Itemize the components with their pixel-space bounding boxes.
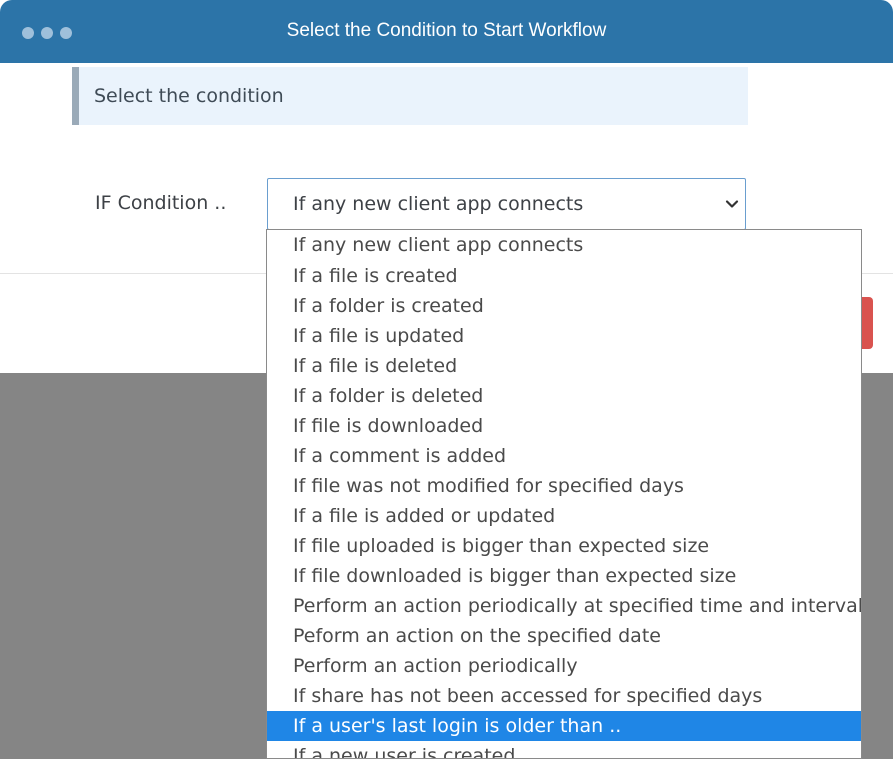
if-condition-label: IF Condition ..	[95, 192, 227, 214]
dropdown-option[interactable]: If a file is deleted	[267, 351, 861, 381]
dropdown-option[interactable]: Perform an action periodically	[267, 651, 861, 681]
dropdown-option[interactable]: If a file is updated	[267, 321, 861, 351]
window-dot-close[interactable]	[22, 27, 34, 39]
dropdown-option[interactable]: If a comment is added	[267, 441, 861, 471]
dropdown-option[interactable]: If a file is created	[267, 261, 861, 291]
dropdown-option[interactable]: If file was not modified for specified d…	[267, 471, 861, 501]
dropdown-option[interactable]: If a folder is created	[267, 291, 861, 321]
window-dot-minimize[interactable]	[41, 27, 53, 39]
condition-dropdown-list[interactable]: If any new client app connects If a file…	[266, 229, 862, 759]
condition-select[interactable]: If any new client app connects	[267, 178, 746, 230]
dropdown-option[interactable]: If file uploaded is bigger than expected…	[267, 531, 861, 561]
window-titlebar: Select the Condition to Start Workflow	[0, 0, 893, 63]
dropdown-option[interactable]: If a folder is deleted	[267, 381, 861, 411]
condition-select-value: If any new client app connects	[293, 193, 584, 215]
info-banner: Select the condition	[72, 67, 748, 125]
dropdown-option[interactable]: If a file is added or updated	[267, 501, 861, 531]
dropdown-option[interactable]: If a new user is created	[267, 741, 861, 758]
dropdown-option[interactable]: If file is downloaded	[267, 411, 861, 441]
window-dot-maximize[interactable]	[60, 27, 72, 39]
window-title: Select the Condition to Start Workflow	[286, 19, 607, 41]
dropdown-option[interactable]: Perform an action periodically at specif…	[267, 591, 861, 621]
dropdown-option-highlighted[interactable]: If a user's last login is older than ..	[267, 711, 861, 741]
dropdown-option[interactable]: Peform an action on the specified date	[267, 621, 861, 651]
dropdown-option[interactable]: If share has not been accessed for speci…	[267, 681, 861, 711]
window-controls	[22, 27, 72, 39]
dropdown-option[interactable]: If any new client app connects	[267, 230, 861, 261]
chevron-down-icon	[723, 195, 741, 217]
dropdown-option[interactable]: If file downloaded is bigger than expect…	[267, 561, 861, 591]
